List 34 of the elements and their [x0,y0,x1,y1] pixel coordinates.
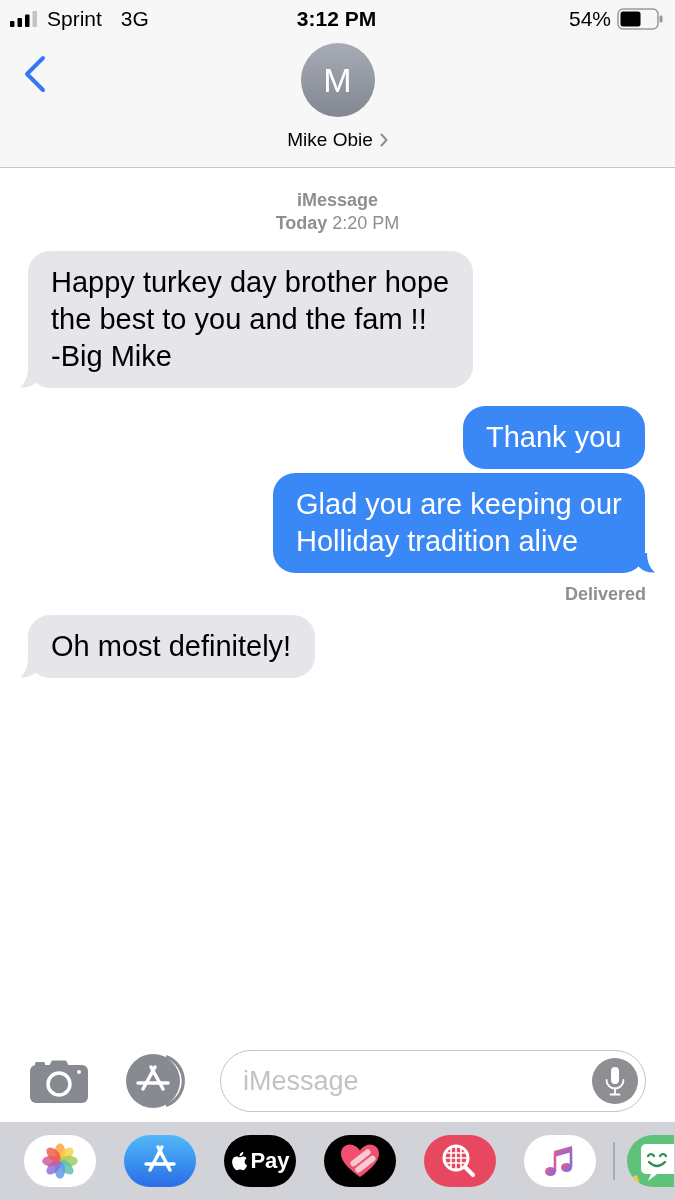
bubble-tail-icon [20,368,38,388]
smiley-speech-bubble-icon[interactable] [627,1135,674,1187]
back-button[interactable] [22,55,48,93]
letter-a-icon [126,1053,188,1109]
contact-name-button[interactable]: Mike Obie [287,128,388,152]
delivery-status: Delivered [564,583,646,605]
back-chevron-icon [23,55,47,93]
service-label: iMessage [295,189,379,212]
battery-percent: 54% [568,7,611,31]
message-bubble: Oh most definitely! [28,615,315,678]
message-bubble: Happy turkey day brother hope the best to you and the fam !! -Big Mike [28,251,473,388]
flower-icon[interactable] [24,1135,96,1187]
chevron-right-icon [379,133,388,147]
status-time: 3:12 PM [296,7,377,31]
message-bubble: Thank you [463,406,645,469]
microphone-icon [592,1058,638,1104]
bubble-tail-icon [20,658,38,678]
network-type: 3G [120,7,149,31]
apple-icon [230,1150,249,1172]
music-note-icon[interactable] [524,1135,596,1187]
camera-button[interactable] [30,1059,88,1103]
message-bubble: Glad you are keeping our Holliday tradition alive [273,473,645,573]
apps-button[interactable] [126,1053,188,1109]
bubble-tail-icon [637,553,655,573]
letter-a-icon[interactable] [124,1135,196,1187]
microphone-button[interactable] [592,1058,638,1104]
signal-icon [10,11,38,27]
message-field[interactable]: iMessage [220,1050,646,1112]
pay-button[interactable]: Pay [224,1135,296,1187]
timestamp: Today 2:20 PM [274,212,401,235]
carrier-name: Sprint [47,7,102,31]
camera-icon [30,1059,88,1103]
globe-search-icon[interactable] [424,1135,496,1187]
battery-icon [617,8,663,30]
